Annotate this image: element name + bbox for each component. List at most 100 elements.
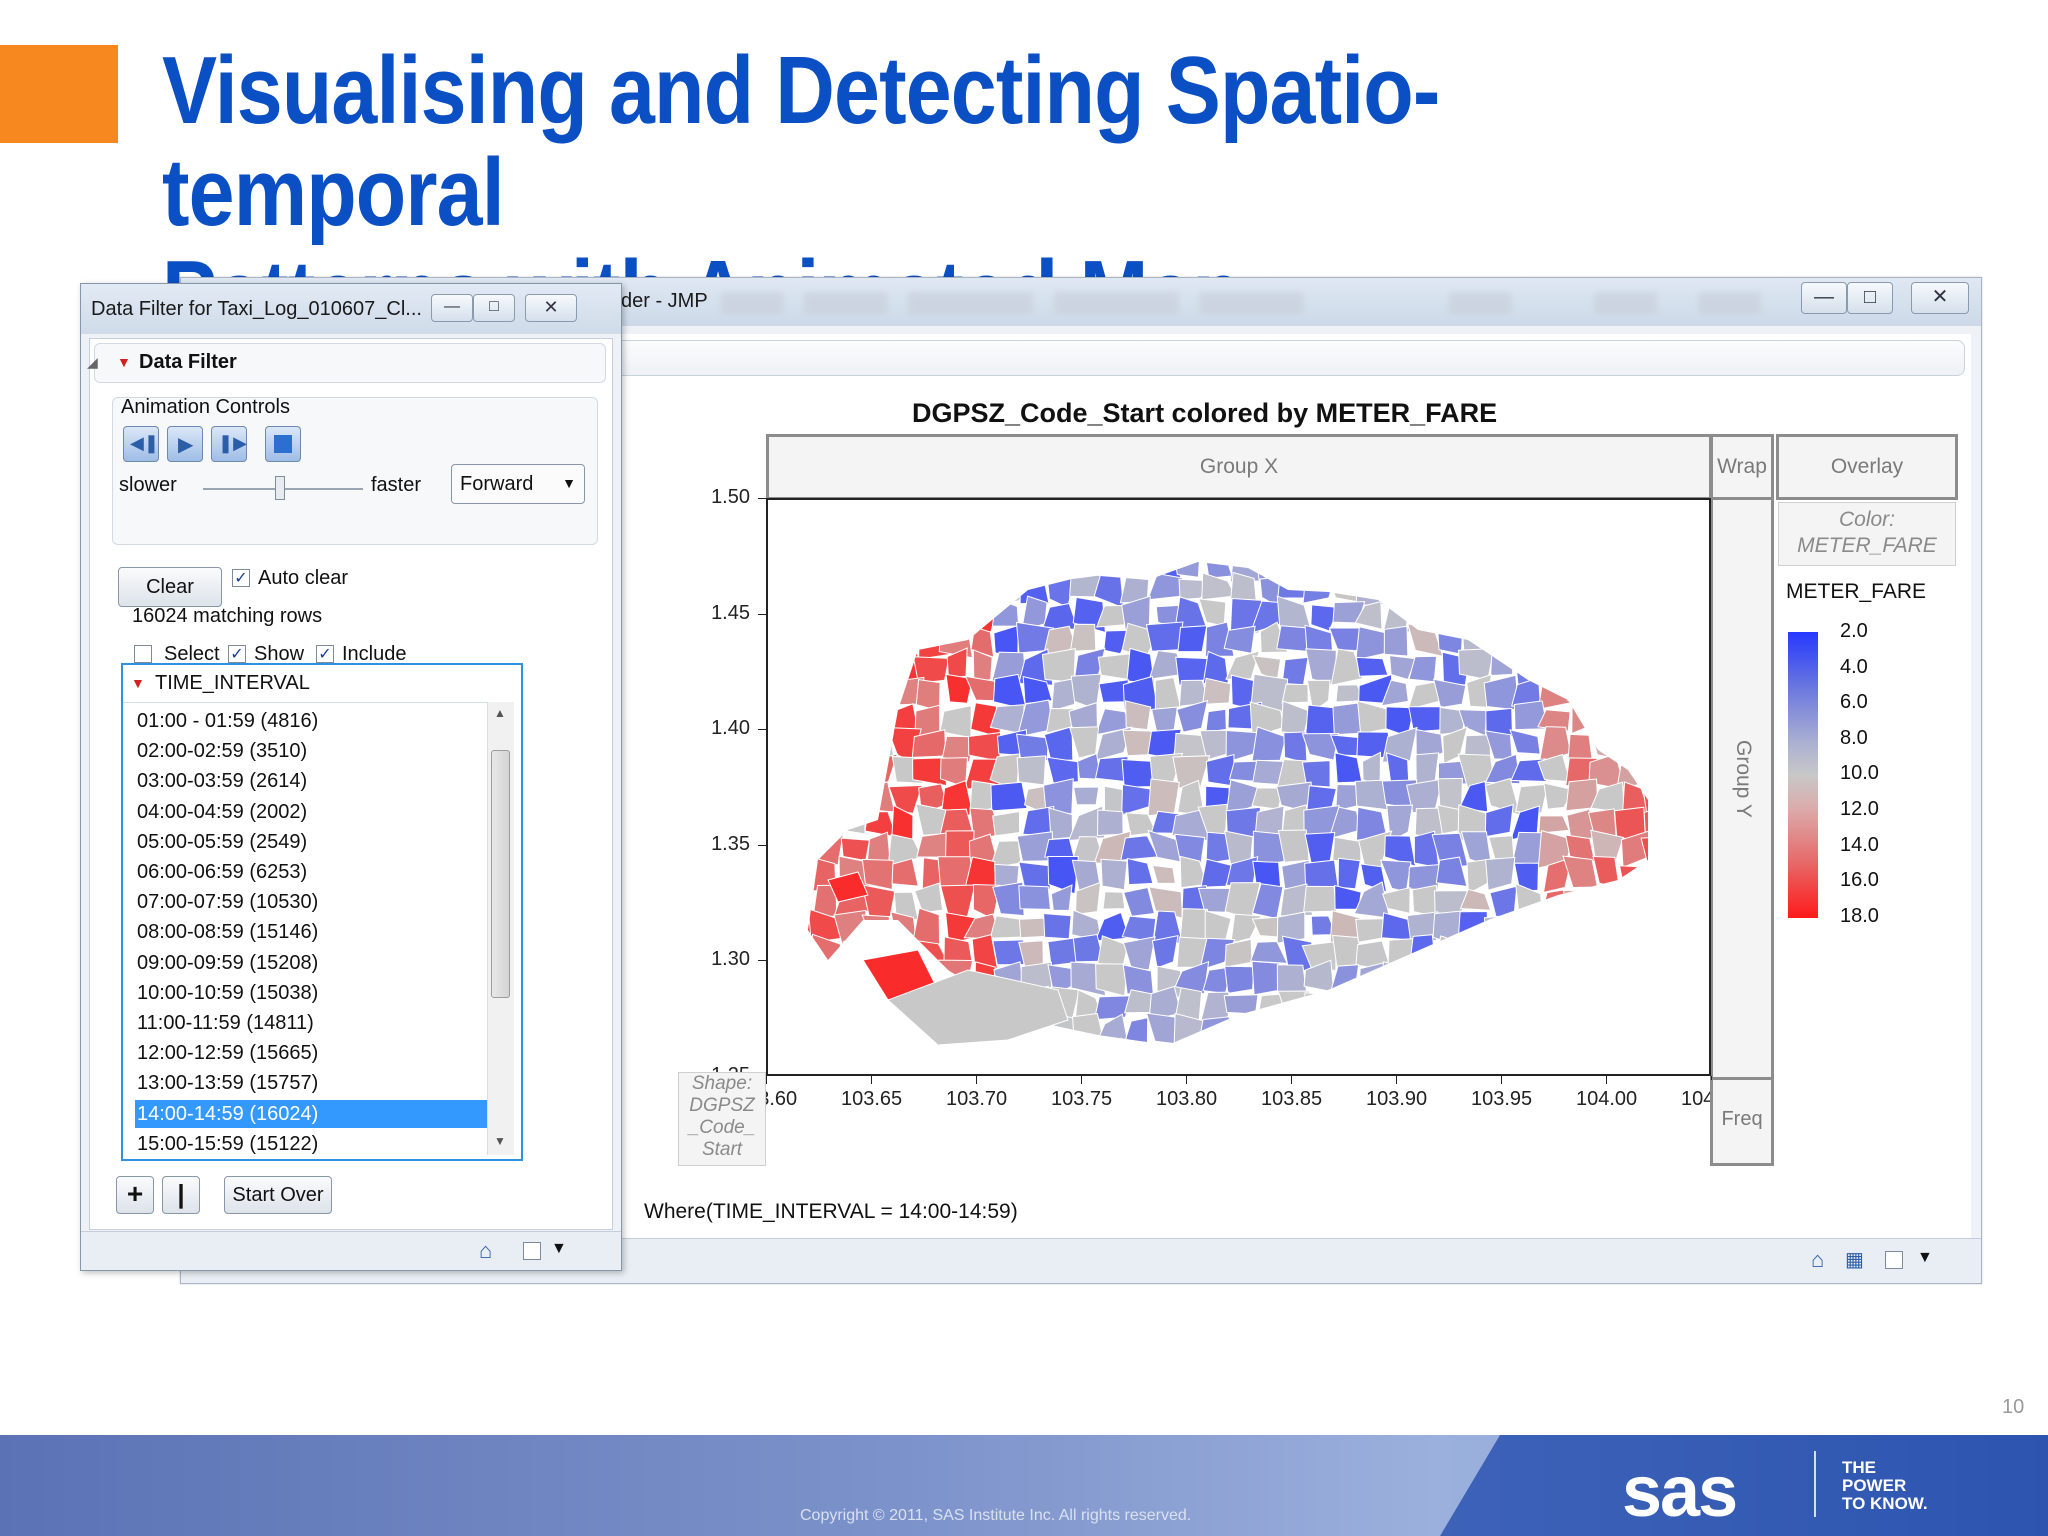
map-zone[interactable] [1147,778,1180,817]
map-zone[interactable] [1432,571,1469,607]
outline-header[interactable] [611,340,1965,376]
map-zone[interactable] [1145,621,1184,652]
map-zone[interactable] [1563,570,1596,608]
list-item[interactable]: 04:00-04:59 (2002) [135,798,487,826]
list-item[interactable]: 01:00 - 01:59 (4816) [135,707,487,735]
shape-role-box[interactable]: Shape: DGPSZ _Code_ Start [678,1072,766,1166]
map-zone[interactable] [894,577,919,600]
map-zone[interactable] [787,1038,819,1074]
map-zone[interactable] [787,677,818,708]
map-zone[interactable] [1406,961,1444,992]
map-zone[interactable] [1097,1046,1131,1071]
map-zone[interactable] [1358,546,1387,577]
map-zone[interactable] [1590,649,1621,684]
list-item[interactable]: 12:00-12:59 (15665) [135,1039,487,1067]
clear-button[interactable]: Clear [118,567,222,607]
map-zone[interactable] [1355,656,1389,677]
map-zone[interactable] [1587,886,1625,911]
map-zone[interactable] [1226,1043,1258,1074]
map-zone[interactable] [1434,1013,1469,1048]
map-zone[interactable] [1357,961,1387,997]
map-zone[interactable] [916,832,950,858]
map-zone[interactable] [1073,786,1100,806]
map-zone[interactable] [1541,935,1568,968]
map-zone[interactable] [784,623,819,653]
map-zone[interactable] [1647,676,1670,713]
map-zone[interactable] [1459,570,1494,607]
list-item[interactable]: 10:00-10:59 (15038) [135,979,487,1007]
map-zone[interactable] [1640,909,1668,941]
map-zone[interactable] [1642,730,1673,760]
map-zone[interactable] [1277,571,1307,599]
map-zone[interactable] [1564,933,1599,973]
show-checkbox[interactable]: ✓ [228,645,246,663]
map-zone[interactable] [1389,991,1415,1016]
data-filter-header[interactable]: ◢ ▼ Data Filter [87,343,606,383]
map-zone[interactable] [1018,885,1052,910]
map-zone[interactable] [1016,755,1047,786]
map-zone[interactable] [1383,577,1418,608]
map-zone[interactable] [1591,731,1627,761]
map-zone[interactable] [1330,553,1362,576]
map-zone[interactable] [1383,625,1409,657]
map-zone[interactable] [1590,990,1624,1021]
map-zone[interactable] [1489,626,1517,654]
map-zone[interactable] [1618,865,1649,894]
map-zone[interactable] [1640,652,1676,685]
wrap-zone[interactable]: Wrap [1710,434,1774,500]
map-zone[interactable] [1588,963,1621,998]
map-zone[interactable] [1515,549,1547,580]
start-over-button[interactable]: Start Over [224,1176,332,1214]
statusbar-checkbox[interactable] [1885,1251,1903,1269]
map-zone[interactable] [1619,599,1649,632]
map-zone[interactable] [1542,624,1570,651]
map-zone[interactable] [1435,935,1466,968]
map-zone[interactable] [1616,967,1650,993]
map-zone[interactable] [815,622,841,658]
map-zone[interactable] [1069,623,1097,652]
map-zone[interactable] [1598,1013,1625,1049]
red-triangle-menu-icon[interactable]: ▼ [117,354,131,370]
map-zone[interactable] [810,545,843,574]
map-zone[interactable] [1489,601,1516,633]
map-zone[interactable] [810,702,844,734]
map-zone[interactable] [1572,1018,1599,1049]
map-zone[interactable] [866,547,892,575]
red-triangle-menu-icon[interactable]: ▼ [131,675,145,691]
map-zone[interactable] [918,598,944,626]
map-zone[interactable] [1441,965,1470,998]
map-zone[interactable] [920,1039,951,1074]
map-zone[interactable] [1410,1012,1440,1049]
map-zone[interactable] [834,730,871,762]
map-zone[interactable] [1121,544,1155,576]
map-zone[interactable] [1594,604,1627,626]
filter-window-titlebar[interactable]: Data Filter for Taxi_Log_010607_Cl... — … [81,284,621,334]
map-zone[interactable] [1510,628,1549,655]
table-icon[interactable]: ▦ [1845,1247,1864,1272]
map-zone[interactable] [1353,1019,1392,1045]
map-zone[interactable] [1380,961,1419,996]
map-zone[interactable] [1328,1011,1362,1046]
map-zone[interactable] [1203,549,1233,579]
map-zone[interactable] [916,575,944,605]
stop-button[interactable] [265,426,301,462]
map-zone[interactable] [1151,864,1176,884]
scroll-thumb[interactable] [491,750,510,998]
map-zone[interactable] [1200,1048,1235,1071]
map-zone[interactable] [1563,623,1593,661]
map-zone[interactable] [860,595,897,632]
map-zone[interactable] [1620,578,1643,601]
filter-statusbar-menu-icon[interactable]: ▼ [551,1240,567,1258]
map-zone[interactable] [1303,992,1333,1025]
map-zone[interactable] [1489,885,1518,918]
map-zone[interactable] [888,601,920,629]
list-item[interactable]: 08:00-08:59 (15146) [135,918,487,946]
map-zone[interactable] [1614,881,1650,921]
map-zone[interactable] [1102,891,1126,910]
map-zone[interactable] [1047,937,1078,967]
map-zone[interactable] [1615,728,1652,762]
map-zone[interactable] [836,783,873,809]
map-zone[interactable] [942,548,970,581]
freq-zone[interactable]: Freq [1710,1080,1774,1166]
map-zone[interactable] [1041,647,1076,683]
